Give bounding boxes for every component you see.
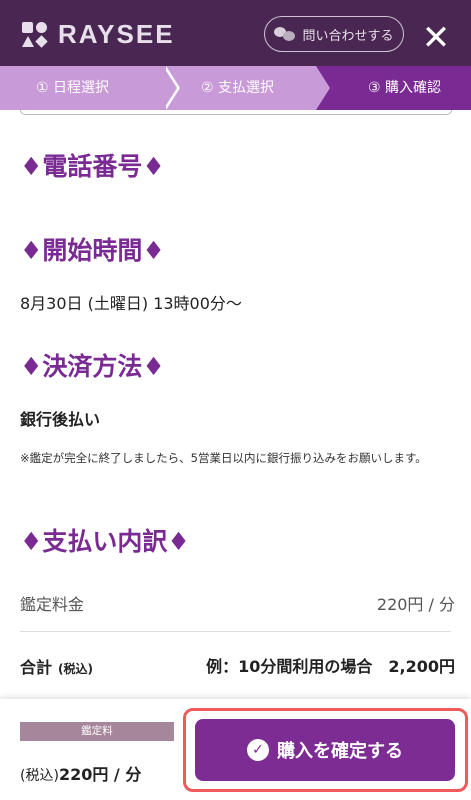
app-header: RAYSEE 問い合わせする ✕ xyxy=(0,0,471,66)
total-label-text: 合計 xyxy=(20,658,53,677)
phone-section-title: ♦電話番号♦ xyxy=(20,152,165,181)
contact-button[interactable]: 問い合わせする xyxy=(264,16,404,52)
contact-label: 問い合わせする xyxy=(302,28,394,44)
input-frame-bottom xyxy=(20,110,452,115)
chat-icon xyxy=(274,27,296,41)
total-label: 合計 (税込) xyxy=(20,654,93,678)
step-payment: ② 支払選択 xyxy=(201,80,275,96)
step-confirm-active: ③ 購入確認 xyxy=(330,66,471,110)
footer-fee: (税込)220円 / 分 xyxy=(20,761,141,785)
logo-text: RAYSEE xyxy=(58,19,175,49)
logo[interactable]: RAYSEE xyxy=(22,19,175,50)
step-progress: ① 日程選択 ② 支払選択 ③ 購入確認 xyxy=(0,66,471,110)
footer-fee-amount: 220円 / 分 xyxy=(58,765,142,784)
payment-note: ※鑑定が完全に終了しましたら、5営業日以内に銀行振り込みをお願いします。 xyxy=(20,451,427,465)
logo-icon xyxy=(22,21,48,48)
purchase-footer: 鑑定料 (税込)220円 / 分 ✓ 購入を確定する xyxy=(0,699,471,800)
payment-section-title: ♦決済方法♦ xyxy=(20,352,165,381)
step-divider xyxy=(163,66,177,110)
step-schedule: ① 日程選択 xyxy=(36,80,110,96)
footer-fee-prefix: (税込) xyxy=(20,768,59,784)
breakdown-section-title: ♦支払い内訳♦ xyxy=(20,527,190,556)
confirm-label: 購入を確定する xyxy=(277,741,403,762)
fee-value: 220円 / 分 xyxy=(376,595,455,614)
close-icon[interactable]: ✕ xyxy=(418,20,454,56)
payment-method: 銀行後払い xyxy=(20,410,101,429)
step-divider xyxy=(316,66,330,110)
fee-badge: 鑑定料 xyxy=(20,722,174,741)
check-icon: ✓ xyxy=(247,739,269,761)
total-tax: (税込) xyxy=(58,662,93,676)
confirm-purchase-button[interactable]: ✓ 購入を確定する xyxy=(195,719,455,781)
total-example: 例：10分間利用の場合 2,200円 xyxy=(206,657,455,676)
fee-label: 鑑定料金 xyxy=(20,595,85,614)
time-section-title: ♦開始時間♦ xyxy=(20,236,165,265)
start-datetime: 8月30日 (土曜日) 13時00分〜 xyxy=(20,294,242,313)
divider xyxy=(20,631,451,632)
